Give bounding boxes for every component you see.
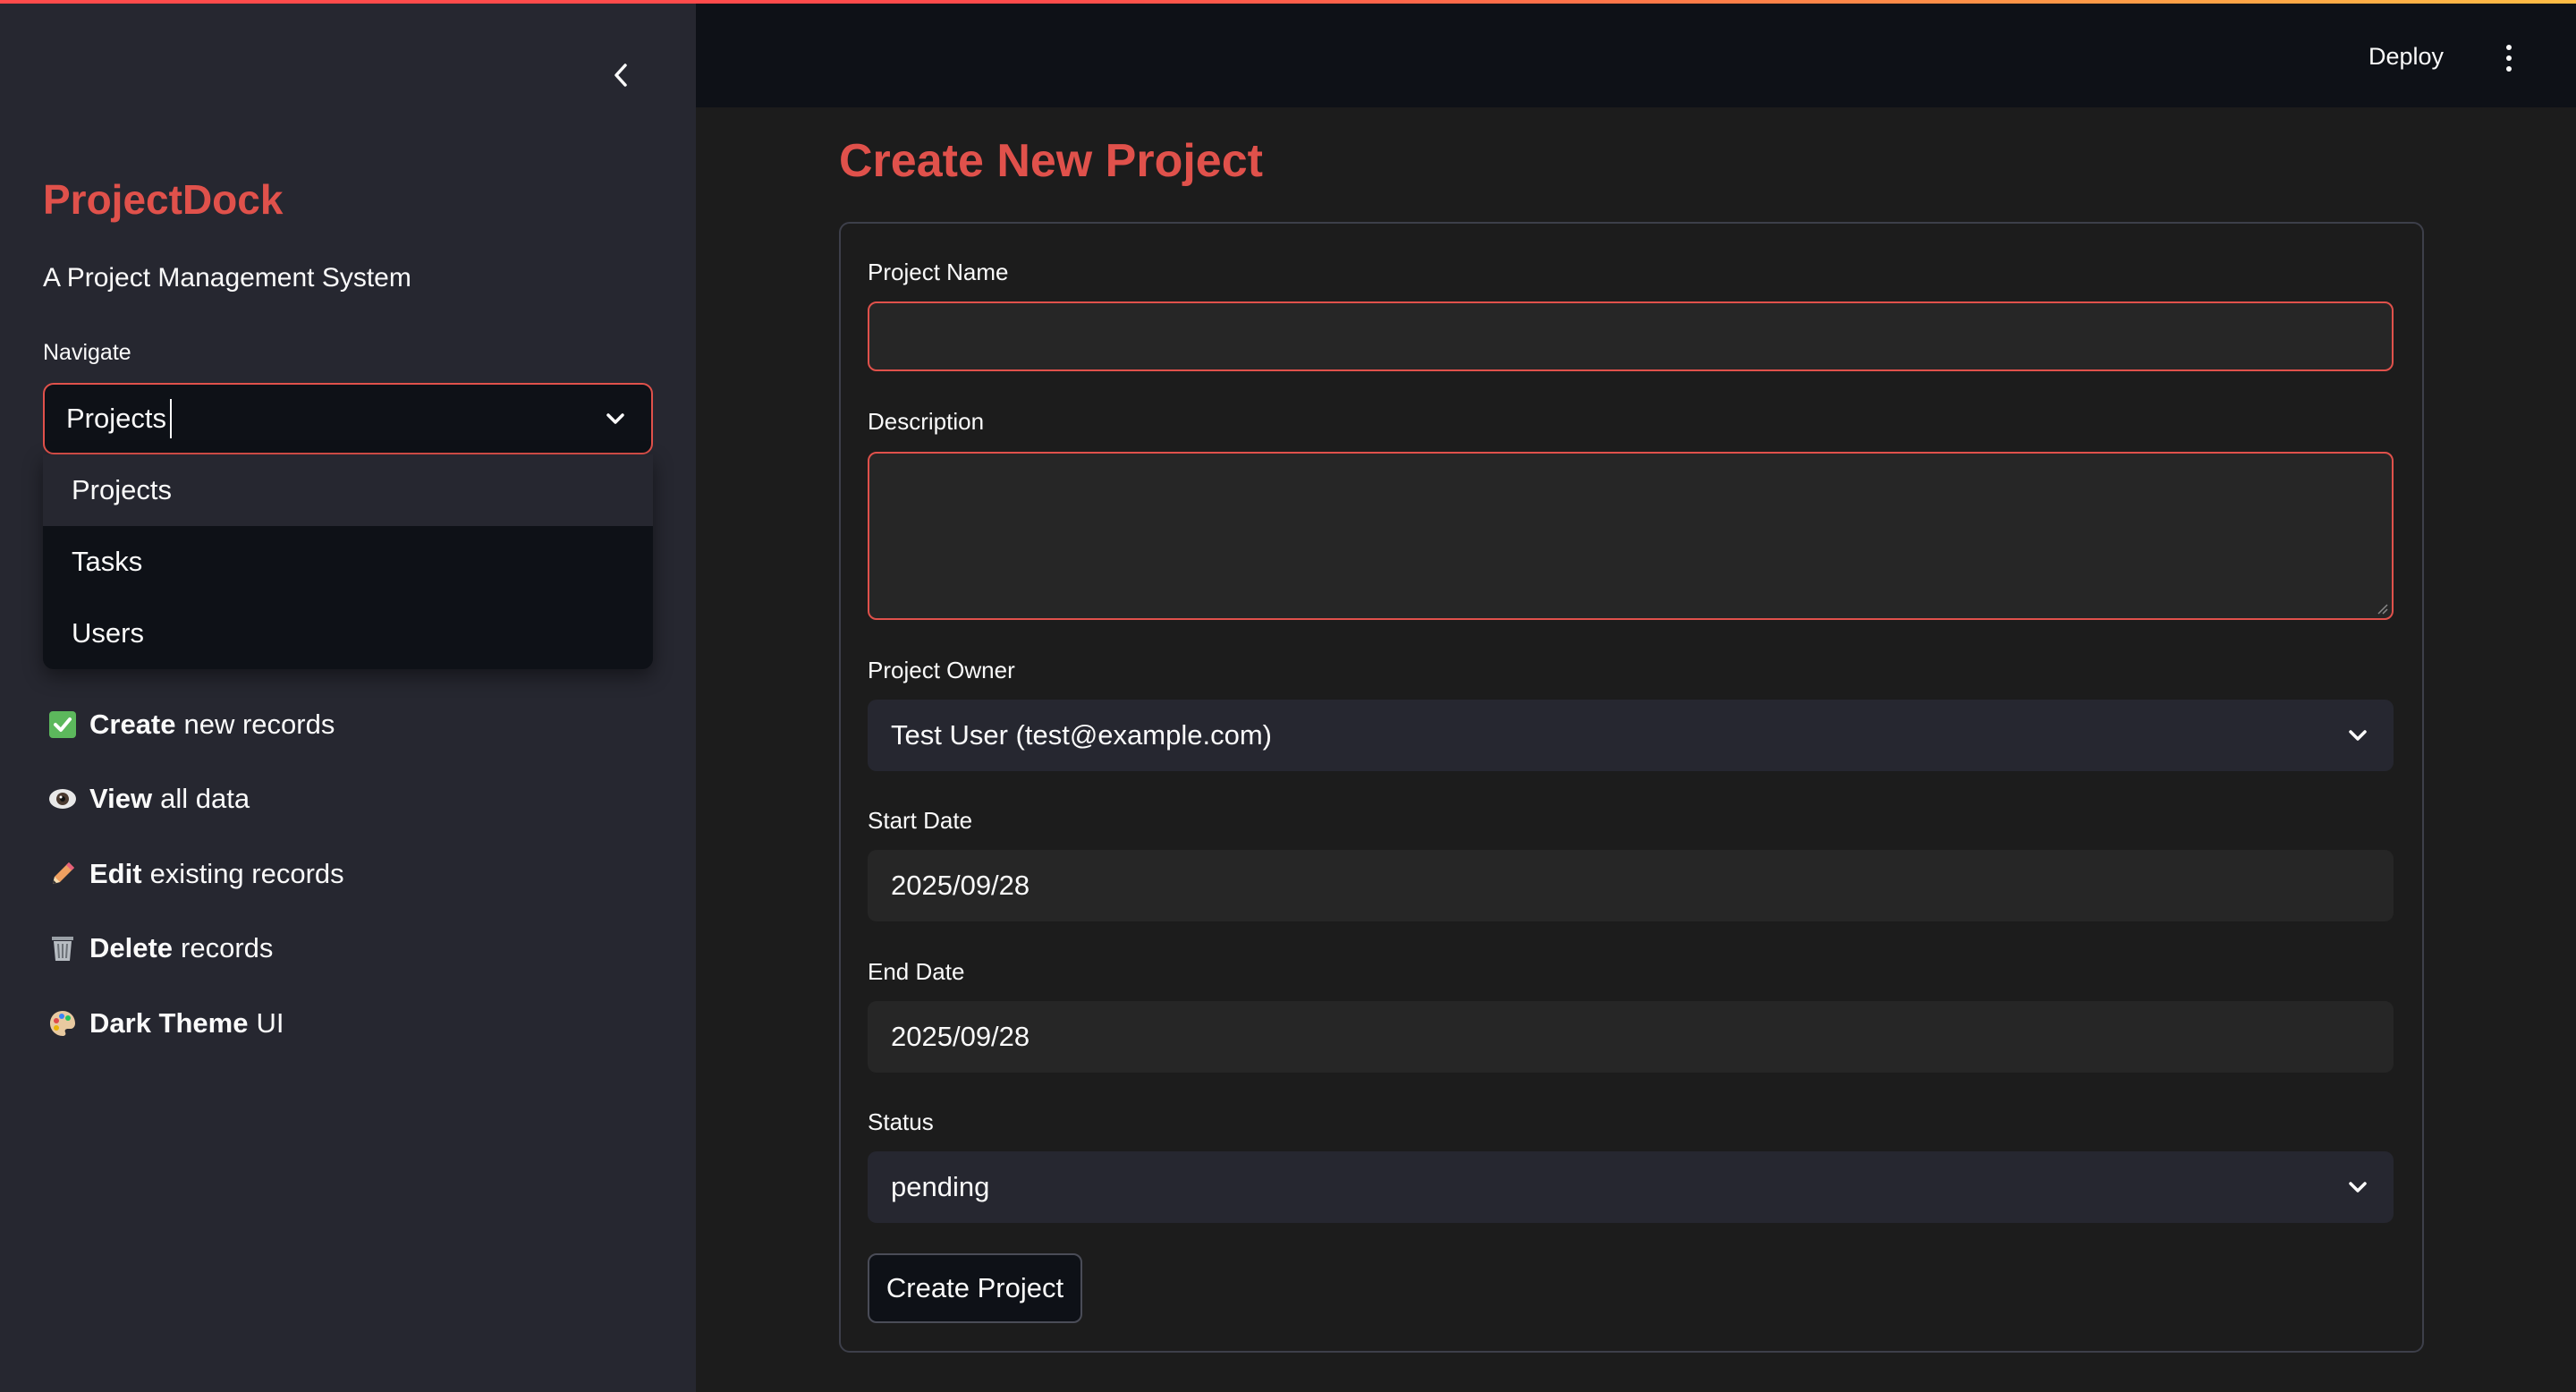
start-date-input[interactable]: 2025/09/28 — [868, 850, 2394, 921]
top-decoration-bar — [0, 0, 2576, 4]
deploy-button[interactable]: Deploy — [2368, 43, 2444, 71]
page-title: Create New Project — [839, 135, 1263, 187]
feature-bold: Delete — [89, 932, 174, 964]
end-date-input[interactable]: 2025/09/28 — [868, 1001, 2394, 1073]
chevron-down-icon — [2349, 1182, 2367, 1193]
kebab-menu-icon[interactable] — [2496, 45, 2522, 81]
feature-item-delete: Delete records — [47, 912, 655, 987]
project-owner-label: Project Owner — [868, 657, 1015, 683]
feature-item-create: Create new records — [47, 687, 655, 762]
end-date-label: End Date — [868, 958, 965, 985]
chevron-down-icon — [606, 413, 624, 424]
feature-text: new records — [183, 708, 335, 740]
navigate-label: Navigate — [43, 340, 131, 365]
wastebasket-icon — [47, 932, 79, 964]
project-owner-select[interactable]: Test User (test@example.com) — [868, 700, 2394, 771]
project-name-label: Project Name — [868, 259, 1009, 285]
project-name-input[interactable] — [868, 301, 2394, 371]
feature-bold: Dark Theme — [89, 1006, 249, 1039]
start-date-value: 2025/09/28 — [891, 870, 1030, 901]
text-cursor — [169, 399, 172, 438]
feature-text: existing records — [149, 857, 344, 889]
app-brand: ProjectDock — [43, 176, 284, 223]
dropdown-option-projects[interactable]: Projects — [43, 454, 653, 526]
feature-bold: View — [89, 783, 153, 815]
feature-list: Create new records View all data Edit ex… — [47, 687, 655, 1061]
app-subtitle: A Project Management System — [43, 263, 411, 293]
feature-item-theme: Dark Theme UI — [47, 986, 655, 1061]
feature-text: records — [181, 932, 274, 964]
description-textarea[interactable] — [868, 452, 2394, 620]
create-project-button[interactable]: Create Project — [868, 1253, 1082, 1323]
feature-bold: Edit — [89, 857, 142, 889]
status-select[interactable]: pending — [868, 1151, 2394, 1223]
collapse-sidebar-button[interactable] — [597, 52, 644, 98]
eye-icon — [47, 783, 79, 815]
status-label: Status — [868, 1108, 934, 1135]
feature-item-edit: Edit existing records — [47, 836, 655, 912]
dropdown-option-users[interactable]: Users — [43, 598, 653, 669]
resize-handle-icon[interactable] — [2376, 602, 2388, 615]
feature-text: UI — [256, 1006, 284, 1039]
palette-icon — [47, 1007, 79, 1040]
navigate-dropdown-menu: Projects Tasks Users — [43, 454, 653, 669]
description-label: Description — [868, 408, 985, 435]
check-mark-icon — [47, 709, 79, 741]
sidebar: ProjectDock A Project Management System … — [0, 0, 696, 1392]
top-header — [696, 0, 2576, 107]
chevron-left-icon — [614, 64, 627, 87]
dropdown-option-tasks[interactable]: Tasks — [43, 526, 653, 598]
start-date-label: Start Date — [868, 807, 973, 834]
project-owner-value: Test User (test@example.com) — [891, 719, 1272, 751]
end-date-value: 2025/09/28 — [891, 1021, 1030, 1052]
feature-item-view: View all data — [47, 762, 655, 837]
feature-text: all data — [160, 783, 250, 815]
chevron-down-icon — [2349, 730, 2367, 741]
feature-bold: Create — [89, 708, 176, 740]
pencil-icon — [47, 858, 79, 890]
status-value: pending — [891, 1171, 990, 1202]
navigate-select[interactable]: Projects — [43, 383, 653, 454]
navigate-select-value: Projects — [66, 403, 166, 434]
